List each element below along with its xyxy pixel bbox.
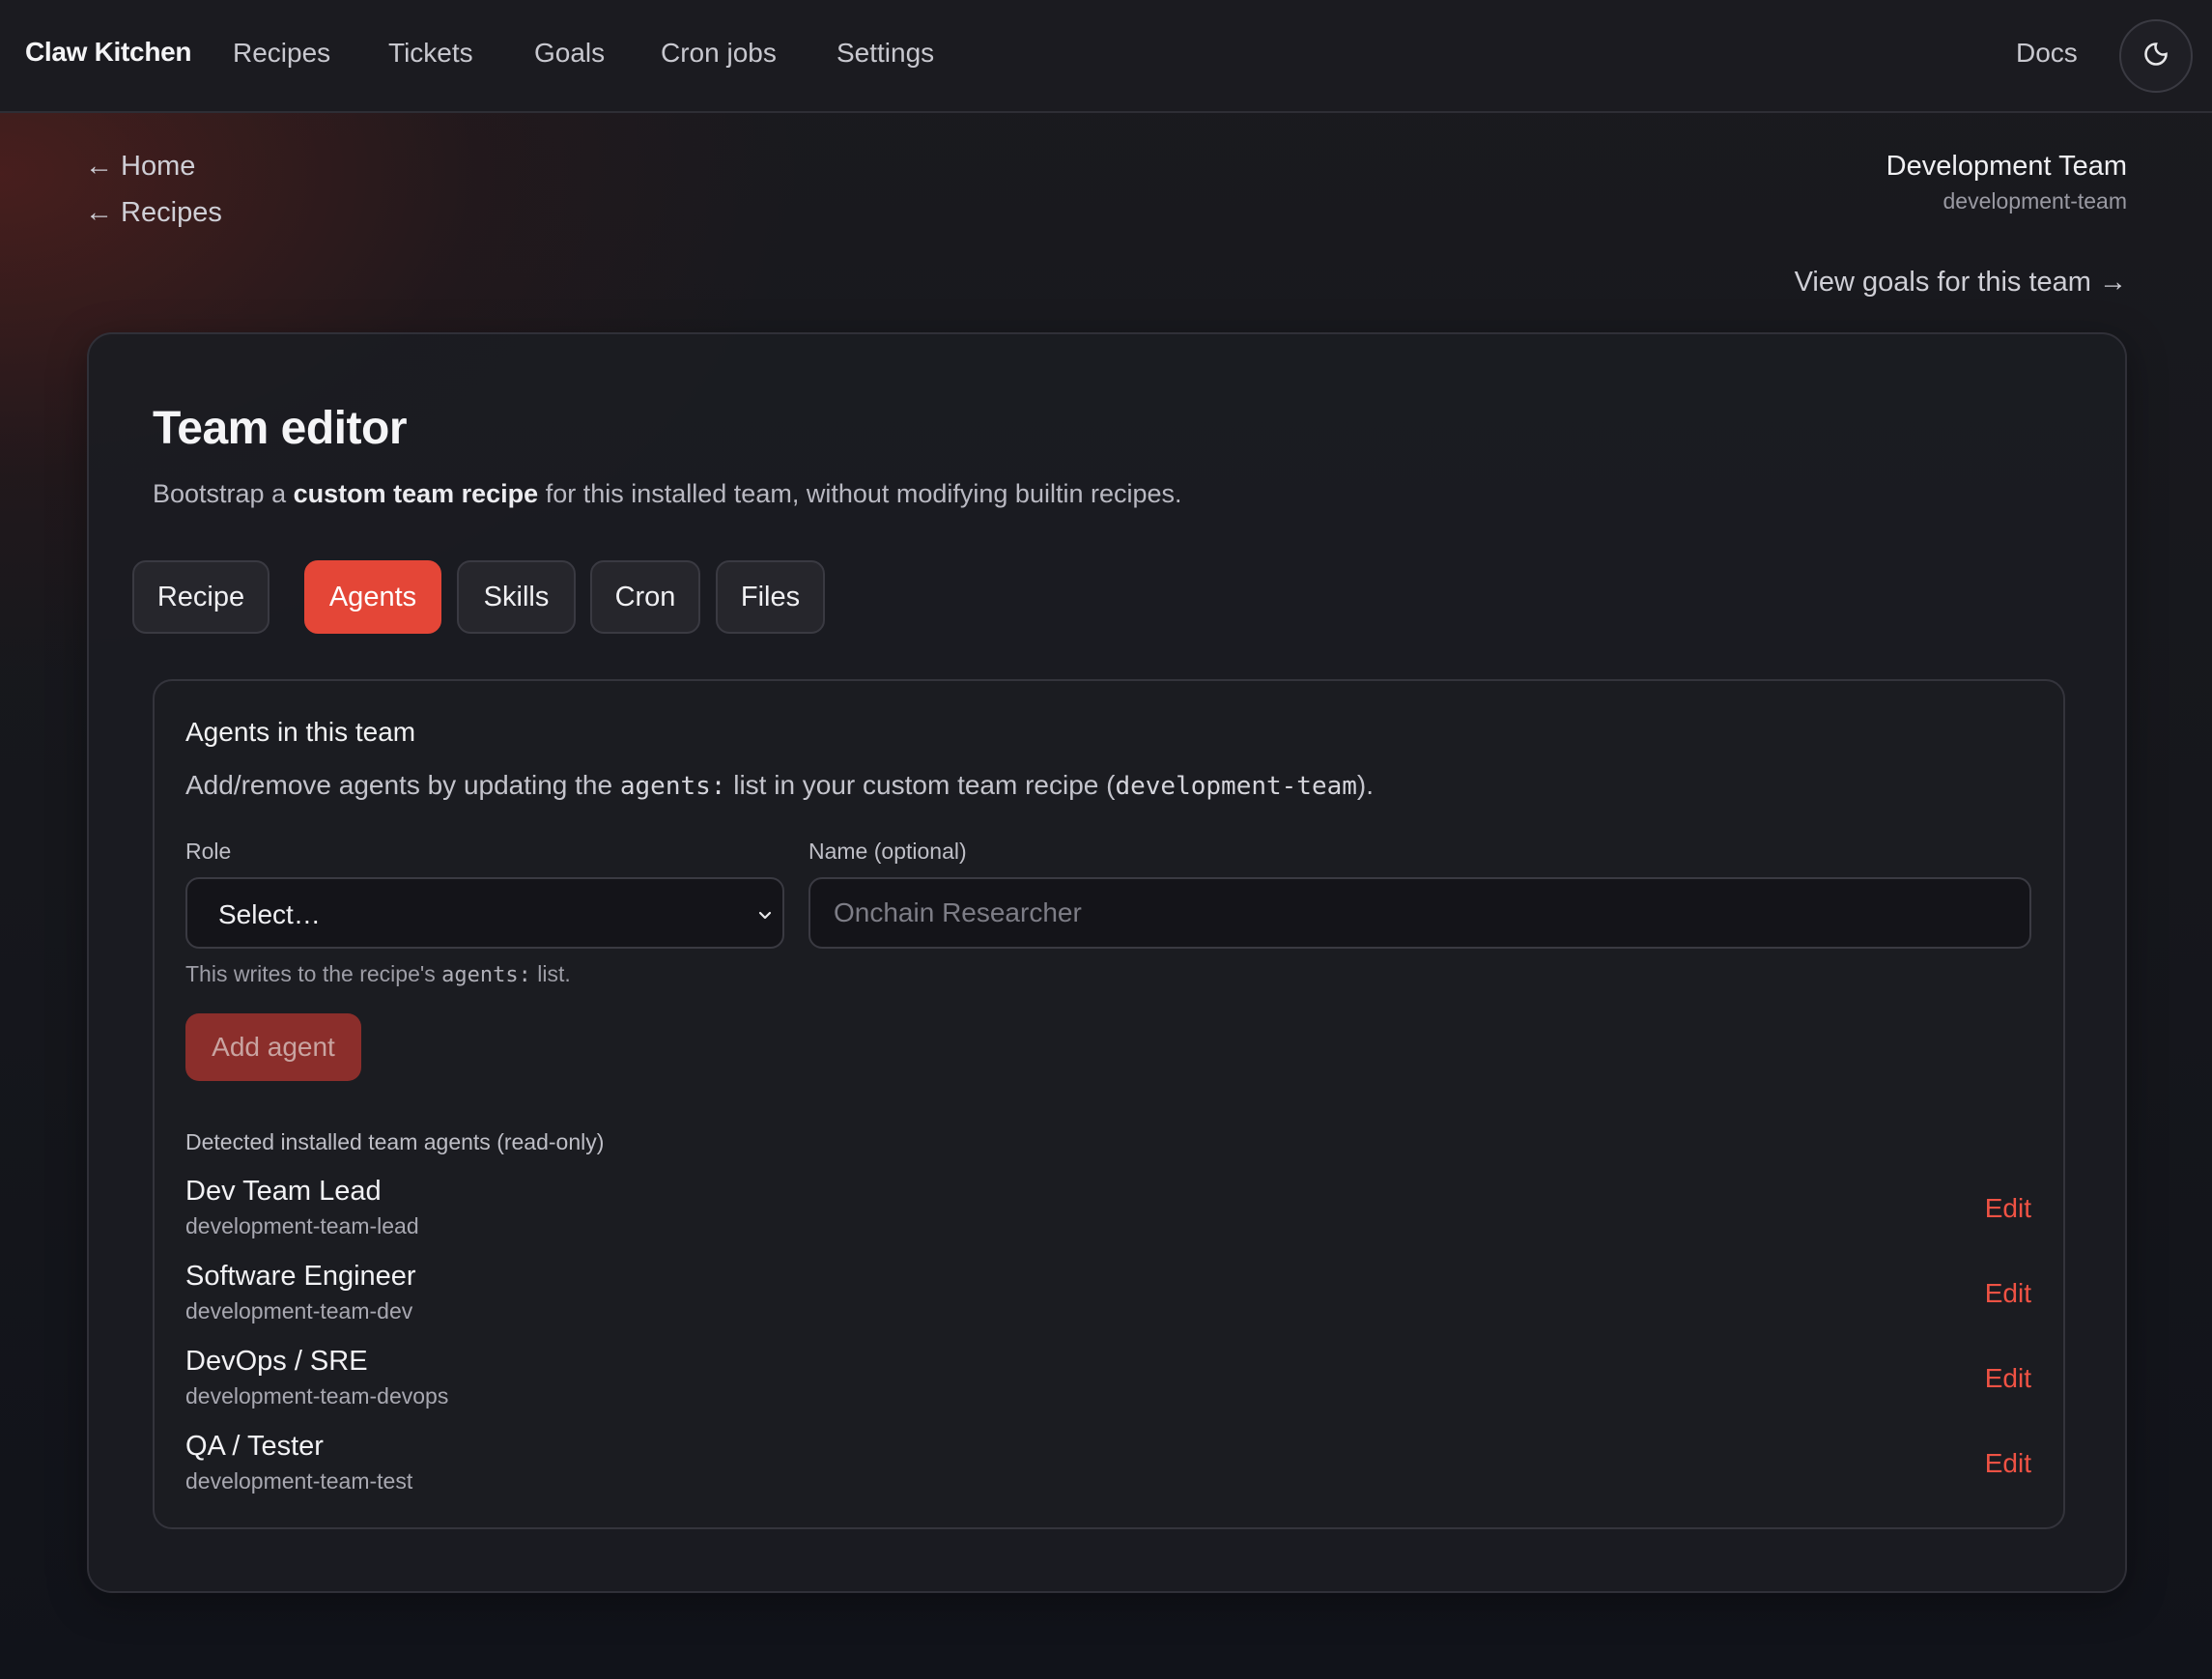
- tab-skills[interactable]: Skills: [457, 560, 576, 634]
- tab-recipe[interactable]: Recipe: [132, 560, 269, 634]
- agents-panel-description: Add/remove agents by updating the agents…: [185, 770, 1374, 801]
- role-label: Role: [185, 839, 232, 864]
- list-item: DevOps / SRE development-team-devops Edi…: [185, 1346, 2031, 1419]
- nav-link-settings[interactable]: Settings: [837, 38, 934, 69]
- view-goals-link[interactable]: View goals for this team →: [1795, 267, 2127, 299]
- agents-panel: Agents in this team Add/remove agents by…: [153, 679, 2065, 1529]
- edit-agent-link[interactable]: Edit: [1985, 1278, 2031, 1309]
- role-hint: This writes to the recipe's agents: list…: [185, 961, 571, 987]
- name-label: Name (optional): [808, 839, 967, 864]
- team-slug: development-team: [1943, 188, 2128, 213]
- subtitle-text: for this installed team, without modifyi…: [538, 479, 1182, 508]
- add-agent-button[interactable]: Add agent: [185, 1013, 361, 1081]
- agent-name-input[interactable]: [808, 877, 2031, 949]
- agent-name: Dev Team Lead: [185, 1176, 382, 1207]
- theme-toggle-button[interactable]: [2119, 19, 2193, 93]
- desc-code: agents:: [619, 772, 726, 801]
- desc-text: list in your custom team recipe (: [725, 770, 1116, 800]
- agent-id: development-team-devops: [185, 1383, 449, 1409]
- team-title: Development Team: [1886, 151, 2127, 182]
- breadcrumb-home[interactable]: ← Home: [85, 151, 195, 183]
- desc-text: ).: [1356, 770, 1375, 800]
- nav-link-docs[interactable]: Docs: [2016, 38, 2078, 69]
- detected-agents-label: Detected installed team agents (read-onl…: [185, 1129, 605, 1154]
- list-item: Software Engineer development-team-dev E…: [185, 1261, 2031, 1334]
- agent-id: development-team-lead: [185, 1213, 419, 1238]
- desc-text: Add/remove agents by updating the: [185, 770, 620, 800]
- agent-id: development-team-test: [185, 1468, 413, 1494]
- hint-text: list.: [530, 961, 571, 986]
- role-select-value: Select…: [218, 899, 321, 929]
- tab-files[interactable]: Files: [716, 560, 825, 634]
- page-title: Team editor: [153, 403, 408, 454]
- agent-name: QA / Tester: [185, 1431, 324, 1462]
- subtitle-emphasis: custom team recipe: [293, 479, 539, 508]
- agents-panel-title: Agents in this team: [185, 717, 416, 747]
- subtitle-text: Bootstrap a: [153, 479, 294, 508]
- nav-link-tickets[interactable]: Tickets: [388, 38, 473, 69]
- list-item: Dev Team Lead development-team-lead Edit: [185, 1176, 2031, 1249]
- tab-agents[interactable]: Agents: [304, 560, 441, 634]
- edit-agent-link[interactable]: Edit: [1985, 1363, 2031, 1394]
- nav-link-recipes[interactable]: Recipes: [233, 38, 330, 69]
- edit-agent-link[interactable]: Edit: [1985, 1193, 2031, 1224]
- top-nav: Claw Kitchen Recipes Tickets Goals Cron …: [0, 0, 2212, 113]
- role-select[interactable]: Select…: [185, 877, 784, 949]
- nav-link-cron-jobs[interactable]: Cron jobs: [661, 38, 777, 69]
- agent-id: development-team-dev: [185, 1298, 413, 1323]
- edit-agent-link[interactable]: Edit: [1985, 1448, 2031, 1479]
- brand-logo[interactable]: Claw Kitchen: [25, 37, 192, 68]
- page-subtitle: Bootstrap a custom team recipe for this …: [153, 479, 1182, 509]
- desc-code: development-team: [1115, 772, 1357, 801]
- moon-icon: [2142, 41, 2169, 72]
- list-item: QA / Tester development-team-test Edit: [185, 1431, 2031, 1504]
- hint-code: agents:: [441, 963, 531, 987]
- hint-text: This writes to the recipe's: [185, 961, 442, 986]
- team-editor-card: Team editor Bootstrap a custom team reci…: [87, 332, 2127, 1593]
- breadcrumb-recipes[interactable]: ← Recipes: [85, 197, 222, 229]
- agent-name: DevOps / SRE: [185, 1346, 368, 1377]
- tab-cron[interactable]: Cron: [590, 560, 700, 634]
- nav-link-goals[interactable]: Goals: [534, 38, 605, 69]
- agent-name: Software Engineer: [185, 1261, 416, 1292]
